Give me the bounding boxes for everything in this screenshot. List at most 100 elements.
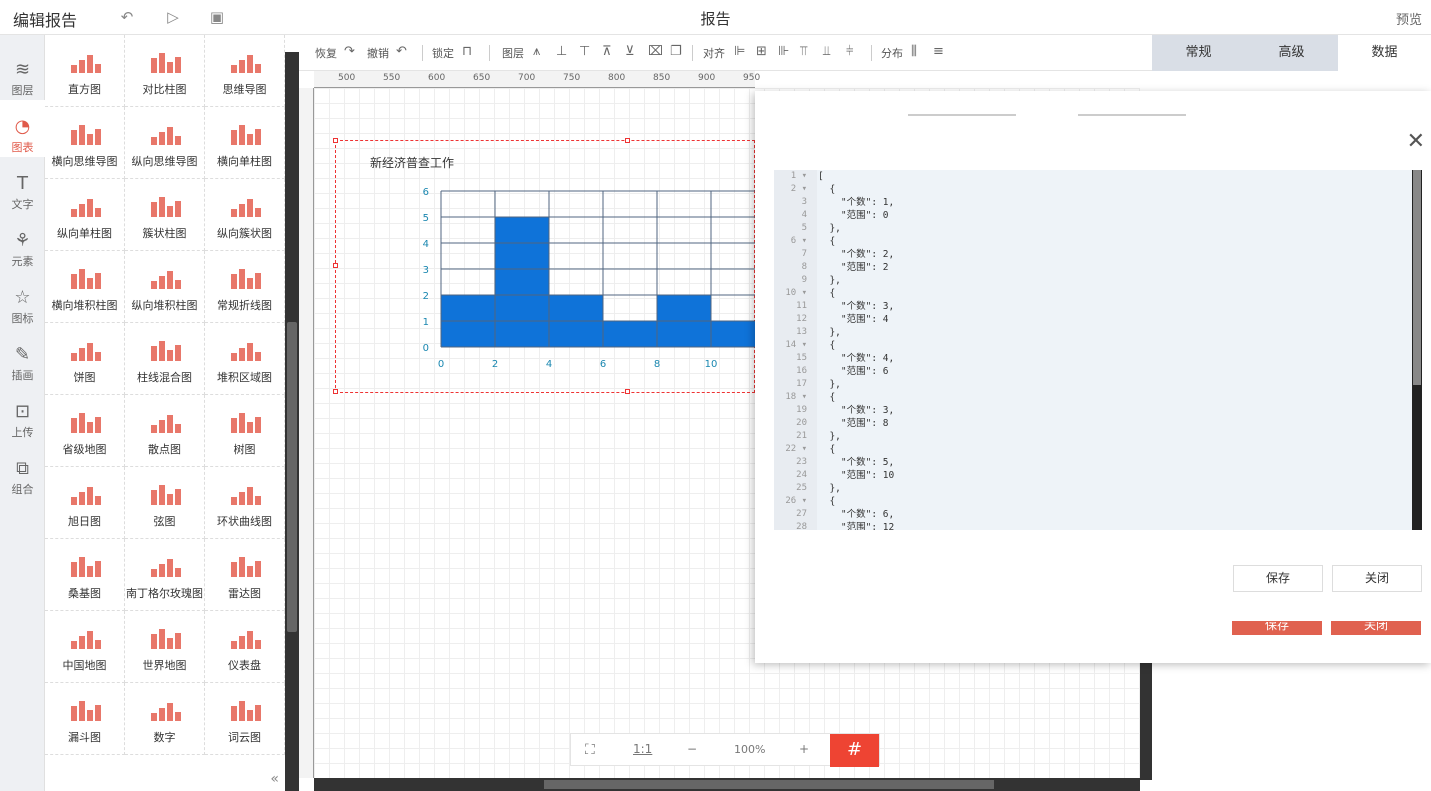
chart-type-item[interactable]: 南丁格尔玫瑰图 [125,539,205,611]
ruler-label: 950 [743,73,761,83]
lock-icon[interactable]: ⊓ [462,44,472,59]
actual-size-button[interactable]: 1:1 [633,742,652,756]
chart-type-item[interactable]: 桑基图 [45,539,125,611]
chart-type-item[interactable]: 弦图 [125,467,205,539]
scrollbar-thumb[interactable] [544,780,994,789]
panel-scrollbar[interactable] [285,52,299,791]
layer-down-icon[interactable]: ⊤ [579,44,590,59]
layer-bottom-icon[interactable]: ⊼ [602,44,612,59]
zoom-in-button[interactable]: + [799,742,809,756]
resize-handle[interactable] [625,389,630,394]
layer-top-icon[interactable]: ⊥ [556,44,567,59]
line-number: 26 ▾ [785,496,807,506]
chart-type-item[interactable]: 漏斗图 [45,683,125,755]
nav-item-6[interactable]: ⊡ 上传 [0,385,45,442]
preview-button[interactable]: 预览 [1396,9,1422,28]
tab-0[interactable]: 常规 [1152,35,1245,71]
chart-type-item[interactable]: 树图 [205,395,285,467]
chart-type-item[interactable]: 思维导图 [205,35,285,107]
fit-screen-icon[interactable]: ⛶ [585,742,595,758]
align-middle-icon[interactable]: ⫫ [823,44,830,59]
redo-icon[interactable]: ↷ [344,44,355,59]
close-button[interactable]: 关闭 [1332,565,1422,592]
chart-type-item[interactable]: 环状曲线图 [205,467,285,539]
collapse-panel-icon[interactable]: « [270,771,279,787]
chart-type-item[interactable]: 纵向思维导图 [125,107,205,179]
nav-item-7[interactable]: ⧉ 组合 [0,442,45,499]
chart-type-item[interactable]: 对比柱图 [125,35,205,107]
chart-type-item[interactable]: 纵向单柱图 [45,179,125,251]
code-line: "范围": 2 [818,262,889,273]
chart-type-item[interactable]: 数字 [125,683,205,755]
chart-type-item[interactable]: 纵向堆积柱图 [125,251,205,323]
chart-type-item[interactable]: 纵向簇状图 [205,179,285,251]
tab-1[interactable]: 高级 [1245,35,1338,71]
chart-type-item[interactable]: 簇状柱图 [125,179,205,251]
layer-bottom2-icon[interactable]: ⊻ [625,44,635,59]
align-left-icon[interactable]: ⊫ [734,44,745,59]
align-right-icon[interactable]: ⊪ [778,44,789,59]
chart-type-item[interactable]: 词云图 [205,683,285,755]
layer-up-icon[interactable]: ⩚ [533,44,540,59]
close-icon[interactable]: ✕ [1407,131,1425,153]
undo-icon[interactable]: ↶ [396,44,407,59]
chart-type-item[interactable]: 柱线混合图 [125,323,205,395]
chart-type-item[interactable]: 省级地图 [45,395,125,467]
canvas-h-scrollbar[interactable] [314,778,1140,791]
chart-type-icon [150,415,181,433]
chart-type-item[interactable]: 横向思维导图 [45,107,125,179]
nav-item-5[interactable]: ✎ 插画 [0,328,45,385]
chart-type-item[interactable]: 世界地图 [125,611,205,683]
editor-scrollbar[interactable] [1412,170,1422,530]
save-button-behind[interactable]: 保存 [1232,621,1322,635]
undo-button[interactable]: 撤销 [367,45,389,61]
chart-type-item[interactable]: 旭日图 [45,467,125,539]
chart-type-label: 横向堆积柱图 [51,299,118,312]
json-editor[interactable]: 1 ▾ 2 ▾ 3 4 5 6 ▾ 7 8 9 10 ▾ 11 12 13 14 ▾ 15… [774,170,1422,530]
close-button-behind[interactable]: 关闭 [1331,621,1421,635]
chart-type-item[interactable]: 横向单柱图 [205,107,285,179]
grid-toggle-icon[interactable]: # [830,734,879,767]
code-area[interactable]: [ { "个数": 1, "范围": 0 }, { "个数": 2, "范围":… [818,170,894,530]
chart-type-item[interactable]: 堆积区域图 [205,323,285,395]
delete-icon[interactable]: ⌧ [648,44,663,59]
lock-button[interactable]: 锁定 [432,45,454,61]
distribute-v-icon[interactable]: ≡ [933,44,944,59]
distribute-button[interactable]: 分布 [881,45,903,61]
align-center-icon[interactable]: ⊞ [756,44,767,59]
resize-handle[interactable] [333,389,338,394]
nav-item-4[interactable]: ☆ 图标 [0,271,45,328]
histogram-chart[interactable]: 新经济普查工作 0 1 2 3 4 5 6 0 2 4 6 8 10 [360,150,755,380]
nav-item-1[interactable]: ◔ 图表 [0,100,45,157]
align-bottom-icon[interactable]: ⫩ [846,44,853,59]
align-top-icon[interactable]: ⫪ [800,44,807,59]
zoom-out-button[interactable]: − [687,742,697,756]
chart-type-item[interactable]: 饼图 [45,323,125,395]
save-button[interactable]: 保存 [1233,565,1323,592]
chart-type-item[interactable]: 散点图 [125,395,205,467]
tab-2[interactable]: 数据 [1338,35,1431,71]
chart-type-item[interactable]: 仪表盘 [205,611,285,683]
align-button[interactable]: 对齐 [703,45,725,61]
scrollbar-thumb[interactable] [287,322,297,632]
resize-handle[interactable] [625,138,630,143]
chart-type-item[interactable]: 直方图 [45,35,125,107]
distribute-h-icon[interactable]: ⫼ [911,44,917,59]
redo-button[interactable]: 恢复 [315,45,337,61]
code-line: "范围": 0 [818,210,889,221]
chart-type-item[interactable]: 横向堆积柱图 [45,251,125,323]
chart-type-item[interactable]: 雷达图 [205,539,285,611]
chart-type-item[interactable]: 中国地图 [45,611,125,683]
chart-type-item[interactable]: 常规折线图 [205,251,285,323]
resize-handle[interactable] [333,138,338,143]
nav-item-0[interactable]: ≋ 图层 [0,43,45,100]
code-line: "范围": 6 [818,366,889,377]
code-line: { [818,444,836,455]
chart-type-icon [150,703,181,721]
doc-title: 报告 [700,10,731,28]
nav-item-3[interactable]: ⚘ 元素 [0,214,45,271]
nav-item-2[interactable]: T 文字 [0,157,45,214]
copy-icon[interactable]: ❐ [670,44,682,59]
layer-button[interactable]: 图层 [502,45,524,61]
resize-handle[interactable] [333,263,338,268]
